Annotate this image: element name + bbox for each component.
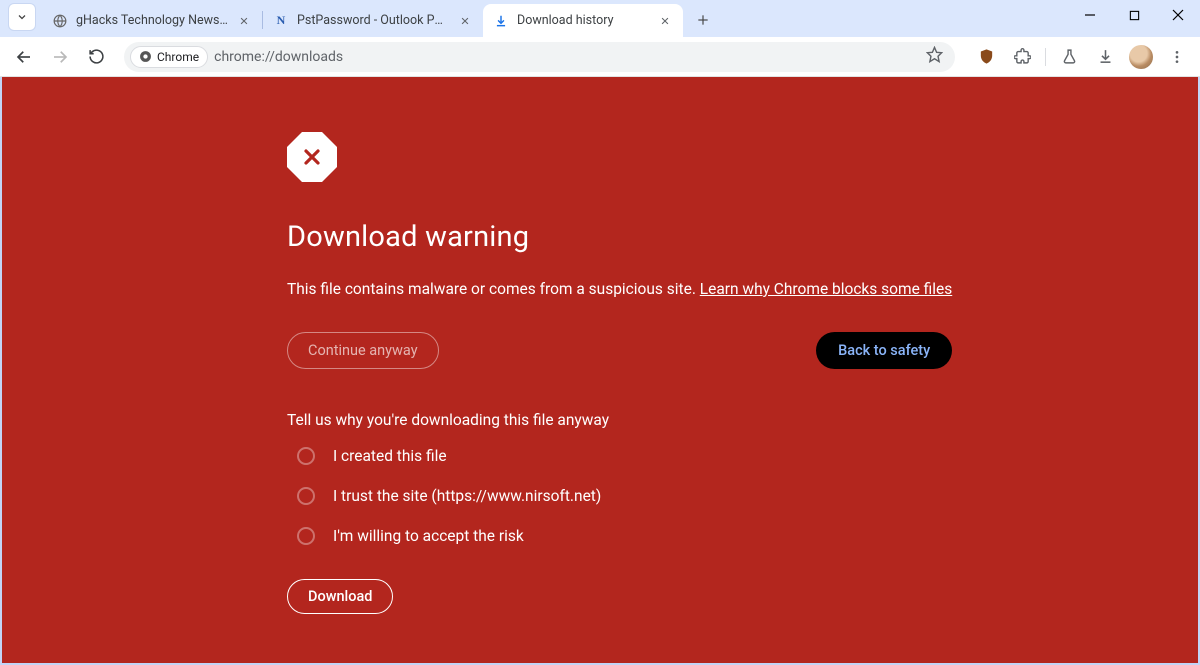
description-text: This file contains malware or comes from… [287, 280, 700, 298]
tab-close-button[interactable] [657, 13, 673, 29]
reload-button[interactable] [80, 41, 112, 73]
tab-downloads[interactable]: Download history [483, 4, 683, 37]
tab-ghacks[interactable]: gHacks Technology News and A [42, 4, 262, 37]
forward-button[interactable] [44, 41, 76, 73]
reason-label: I created this file [333, 447, 447, 465]
tab-close-button[interactable] [236, 13, 252, 29]
separator [1045, 48, 1046, 66]
chip-label: Chrome [157, 50, 199, 64]
learn-more-link[interactable]: Learn why Chrome blocks some files [700, 280, 952, 298]
radio-icon [297, 447, 315, 465]
warning-description: This file contains malware or comes from… [287, 278, 952, 300]
reason-label: I trust the site (https://www.nirsoft.ne… [333, 487, 601, 505]
download-icon [493, 13, 509, 29]
globe-icon [52, 13, 68, 29]
tab-pstpassword[interactable]: N PstPassword - Outlook PST Pas [263, 4, 483, 37]
site-chip[interactable]: Chrome [130, 46, 208, 68]
tab-title: PstPassword - Outlook PST Pas [297, 13, 449, 28]
tab-close-button[interactable] [457, 13, 473, 29]
reason-option-created[interactable]: I created this file [297, 447, 952, 465]
browser-toolbar: Chrome chrome://downloads [0, 37, 1200, 77]
reason-option-trust-site[interactable]: I trust the site (https://www.nirsoft.ne… [297, 487, 952, 505]
ublock-icon[interactable] [971, 42, 1001, 72]
reason-option-accept-risk[interactable]: I'm willing to accept the risk [297, 527, 952, 545]
nirsoft-icon: N [273, 13, 289, 29]
back-button[interactable] [8, 41, 40, 73]
page-content: Download warning This file contains malw… [0, 77, 1200, 665]
tab-title: gHacks Technology News and A [76, 13, 228, 28]
minimize-button[interactable] [1068, 0, 1112, 30]
titlebar: gHacks Technology News and A N PstPasswo… [0, 0, 1200, 37]
warning-panel: Download warning This file contains malw… [287, 132, 952, 663]
chevron-down-icon [16, 11, 28, 23]
tab-title: Download history [517, 13, 649, 28]
danger-icon [287, 132, 337, 182]
reason-label: I'm willing to accept the risk [333, 527, 524, 545]
bookmark-button[interactable] [926, 46, 943, 67]
survey-question: Tell us why you're downloading this file… [287, 411, 952, 429]
chrome-icon [139, 50, 152, 63]
downloads-button[interactable] [1090, 42, 1120, 72]
radio-icon [297, 487, 315, 505]
download-button[interactable]: Download [287, 579, 393, 614]
profile-button[interactable] [1126, 42, 1156, 72]
avatar [1129, 45, 1153, 69]
continue-anyway-button[interactable]: Continue anyway [287, 332, 439, 369]
back-to-safety-button[interactable]: Back to safety [816, 332, 952, 369]
labs-button[interactable] [1054, 42, 1084, 72]
tab-search-button[interactable] [8, 3, 36, 31]
action-row: Continue anyway Back to safety [287, 332, 952, 369]
address-bar[interactable]: Chrome chrome://downloads [124, 42, 955, 72]
new-tab-button[interactable] [689, 6, 717, 34]
maximize-button[interactable] [1112, 0, 1156, 30]
close-window-button[interactable] [1156, 0, 1200, 30]
toolbar-actions [971, 42, 1192, 72]
extensions-button[interactable] [1007, 42, 1037, 72]
url-text: chrome://downloads [214, 49, 343, 65]
menu-button[interactable] [1162, 42, 1192, 72]
radio-icon [297, 527, 315, 545]
page-heading: Download warning [287, 220, 952, 254]
window-controls [1068, 0, 1200, 37]
